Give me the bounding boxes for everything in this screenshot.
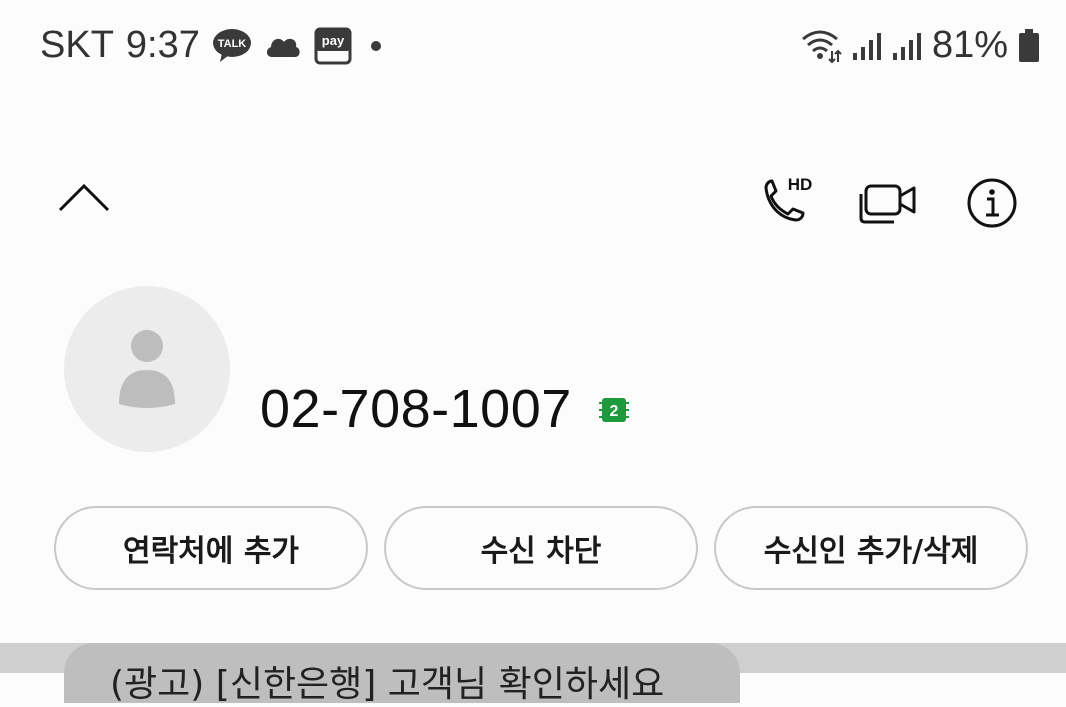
talk-icon-text: TALK: [218, 38, 247, 50]
message-text: (광고) [신한은행] 고객님 확인하세요: [110, 664, 665, 705]
status-right: 81%: [800, 24, 1040, 67]
svg-text:HD: HD: [788, 175, 813, 194]
video-call-icon[interactable]: [858, 174, 920, 230]
status-left: SKT 9:37 TALK pay: [40, 24, 388, 67]
pay-icon-text: pay: [322, 33, 345, 48]
conversation-toolbar: HD: [0, 160, 1066, 250]
add-to-contacts-button[interactable]: 연락처에 추가: [54, 506, 368, 590]
battery-percent: 81%: [931, 24, 1008, 66]
battery-icon: [1018, 28, 1040, 63]
block-sender-button[interactable]: 수신 차단: [384, 506, 698, 590]
sim-badge-text: 2: [610, 403, 619, 420]
default-person-icon: [119, 330, 175, 408]
wifi-6-icon: [800, 29, 842, 63]
hd-voice-call-icon[interactable]: HD: [760, 174, 816, 230]
info-icon[interactable]: [965, 176, 1019, 230]
edit-recipients-button[interactable]: 수신인 추가/삭제: [714, 506, 1028, 590]
kakaotalk-icon: TALK: [212, 28, 252, 64]
pay-icon: pay: [314, 27, 352, 65]
message-bubble[interactable]: (광고) [신한은행] 고객님 확인하세요: [64, 643, 740, 705]
avatar[interactable]: [64, 286, 230, 452]
status-bar: SKT 9:37 TALK pay 81%: [0, 0, 1066, 95]
cloud-icon: [264, 33, 302, 59]
message-list: (광고) [신한은행] 고객님 확인하세요: [0, 643, 1066, 705]
clock: 9:37: [125, 24, 200, 66]
notification-dot-icon: [364, 40, 388, 52]
phone-number: 02-708-1007: [260, 379, 572, 439]
action-buttons: 연락처에 추가 수신 차단 수신인 추가/삭제: [54, 506, 1028, 590]
collapse-chevron-up-icon[interactable]: [55, 178, 113, 218]
signal-icon: [852, 31, 882, 61]
sim-2-icon: 2: [599, 397, 629, 423]
signal-icon-2: [892, 31, 922, 61]
carrier-label: SKT: [40, 24, 114, 66]
